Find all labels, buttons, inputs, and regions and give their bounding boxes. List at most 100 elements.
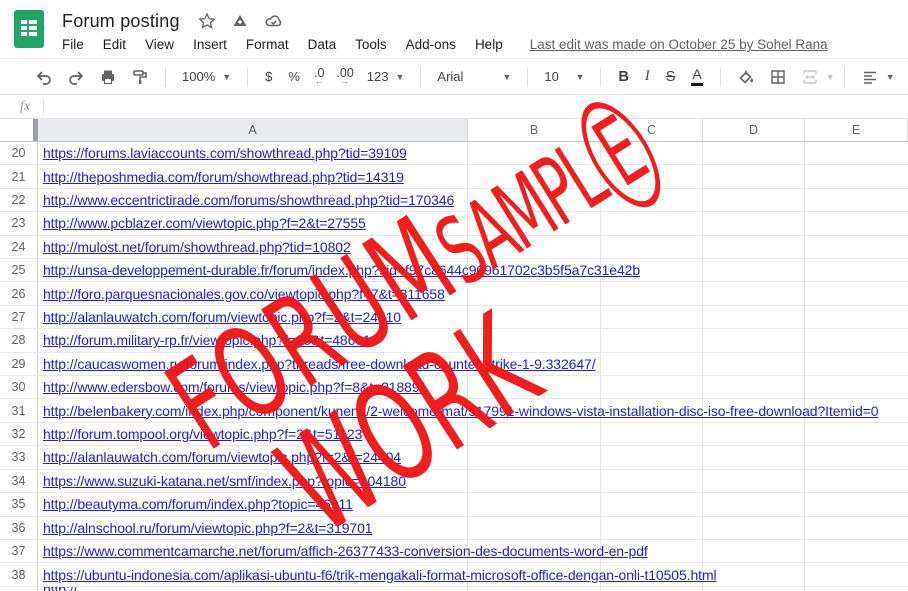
url-cell[interactable]: https://forums.laviaccounts.com/showthre… — [38, 142, 407, 164]
sheets-logo-icon[interactable] — [14, 10, 44, 48]
url-cell[interactable]: http://caucaswomen.ru/forum/index.php?th… — [38, 353, 596, 375]
increase-decimal-button[interactable]: .00 → — [336, 67, 353, 87]
column-header-d[interactable]: D — [703, 119, 805, 141]
menu-edit[interactable]: Edit — [103, 37, 126, 52]
table-row: 31http://belenbakery.com/index.php/compo… — [0, 399, 908, 422]
toolbar-separator — [420, 67, 421, 87]
url-cell[interactable]: http://www.edersbow.com/forums/viewtopic… — [38, 376, 427, 398]
decrease-decimal-button[interactable]: .0 ← — [314, 67, 324, 87]
column-header-a[interactable]: A — [38, 119, 468, 141]
url-cell[interactable]: https://www.suzuki-katana.net/smf/index.… — [38, 470, 406, 492]
formula-input[interactable] — [54, 95, 908, 118]
menu-tools[interactable]: Tools — [355, 37, 387, 52]
url-cell[interactable]: http://www.pcblazer.com/viewtopic.php?f=… — [38, 212, 366, 234]
row-number[interactable]: 38 — [0, 563, 38, 585]
zoom-select[interactable]: 100% ▼ — [182, 69, 231, 84]
strikethrough-button[interactable]: S — [666, 69, 676, 85]
menu-file[interactable]: File — [62, 37, 84, 52]
column-header-c[interactable]: C — [601, 119, 703, 141]
spreadsheet-app: Forum posting File Edit View Insert Form… — [0, 0, 908, 591]
chevron-down-icon: ▼ — [886, 72, 895, 82]
url-cell[interactable]: http://beautyma.com/forum/index.php?topi… — [38, 493, 353, 515]
table-row: http:// — [0, 587, 908, 591]
undo-icon[interactable] — [35, 68, 53, 86]
menu-view[interactable]: View — [145, 37, 174, 52]
zoom-value: 100% — [182, 69, 215, 84]
currency-format-button[interactable]: $ — [265, 69, 272, 84]
star-icon[interactable] — [198, 12, 216, 30]
horizontal-align-button[interactable]: ▼ — [861, 68, 895, 86]
row-number[interactable]: 27 — [0, 306, 38, 328]
url-cell[interactable]: http://mulost.net/forum/showthread.php?t… — [38, 236, 351, 258]
url-cell[interactable]: http://forum.tompool.org/viewtopic.php?f… — [38, 423, 362, 445]
url-cell[interactable]: http://unsa-developpement-durable.fr/for… — [38, 259, 640, 281]
toolbar-separator — [247, 67, 248, 87]
url-cell[interactable]: http://foro.parquesnacionales.gov.co/vie… — [38, 282, 445, 304]
fill-color-icon[interactable] — [737, 68, 755, 86]
row-number[interactable]: 26 — [0, 282, 38, 304]
column-header-b[interactable]: B — [468, 119, 601, 141]
url-cell[interactable]: http://forum.military-rp.fr/viewtopic.ph… — [38, 329, 371, 351]
row-number[interactable]: 25 — [0, 259, 38, 281]
cloud-saved-icon[interactable] — [264, 12, 284, 30]
row-number[interactable]: 32 — [0, 423, 38, 445]
row-number[interactable]: 22 — [0, 189, 38, 211]
toolbar-separator — [527, 67, 528, 87]
more-formats-button[interactable]: 123 ▼ — [367, 69, 405, 84]
row-number[interactable]: 28 — [0, 329, 38, 351]
formula-bar-divider — [43, 99, 44, 114]
percent-format-button[interactable]: % — [288, 69, 300, 84]
doc-title[interactable]: Forum posting — [62, 11, 180, 32]
select-all-corner[interactable] — [0, 119, 38, 141]
borders-icon[interactable] — [769, 68, 787, 86]
grid-rows: 20https://forums.laviaccounts.com/showth… — [0, 142, 908, 591]
row-number[interactable]: 23 — [0, 212, 38, 234]
gridline-vertical — [804, 142, 805, 591]
url-cell[interactable]: http://alanlauwatch.com/forum/viewtopic.… — [38, 306, 401, 328]
url-cell[interactable]: https://www.commentcamarche.net/forum/af… — [38, 540, 648, 562]
paint-format-icon[interactable] — [131, 68, 149, 86]
table-row: 20https://forums.laviaccounts.com/showth… — [0, 142, 908, 165]
url-cell[interactable]: https://ubuntu-indonesia.com/aplikasi-ub… — [38, 563, 717, 585]
row-number[interactable]: 35 — [0, 493, 38, 515]
bold-button[interactable]: B — [618, 69, 628, 85]
url-cell[interactable]: http:// — [38, 587, 77, 591]
row-number[interactable]: 24 — [0, 236, 38, 258]
table-row: 37https://www.commentcamarche.net/forum/… — [0, 540, 908, 563]
menu-insert[interactable]: Insert — [193, 37, 227, 52]
row-number[interactable]: 31 — [0, 399, 38, 421]
url-cell[interactable]: http://alanlauwatch.com/forum/viewtopic.… — [38, 446, 401, 468]
row-number[interactable]: 36 — [0, 517, 38, 539]
last-edit-link[interactable]: Last edit was made on October 25 by Sohe… — [530, 37, 828, 52]
italic-button[interactable]: I — [645, 68, 650, 85]
column-header-e[interactable]: E — [805, 119, 908, 141]
row-number[interactable]: 29 — [0, 353, 38, 375]
text-color-button[interactable]: A — [691, 67, 702, 85]
sheets-logo-grid — [21, 20, 37, 38]
title-row: Forum posting — [62, 8, 908, 34]
redo-icon[interactable] — [67, 68, 85, 86]
print-icon[interactable] — [99, 68, 117, 86]
menu-data[interactable]: Data — [308, 37, 337, 52]
url-cell[interactable]: http://belenbakery.com/index.php/compone… — [38, 399, 878, 421]
table-row: 21http://theposhmedia.com/forum/showthre… — [0, 165, 908, 188]
row-number[interactable]: 33 — [0, 446, 38, 468]
row-number[interactable]: 37 — [0, 540, 38, 562]
font-size-select[interactable]: 10 ▼ — [544, 69, 584, 84]
url-cell[interactable]: http://alnschool.ru/forum/viewtopic.php?… — [38, 517, 372, 539]
table-row: 28http://forum.military-rp.fr/viewtopic.… — [0, 329, 908, 352]
menu-addons[interactable]: Add-ons — [406, 37, 456, 52]
url-cell[interactable]: http://www.eccentrictirade.com/forums/sh… — [38, 189, 454, 211]
menu-help[interactable]: Help — [475, 37, 503, 52]
url-cell[interactable]: http://theposhmedia.com/forum/showthread… — [38, 165, 404, 187]
font-select[interactable]: Arial ▼ — [437, 69, 511, 84]
row-number[interactable]: 34 — [0, 470, 38, 492]
row-number[interactable]: 21 — [0, 165, 38, 187]
move-to-drive-icon[interactable] — [231, 12, 249, 30]
row-number[interactable] — [0, 587, 38, 591]
chevron-down-icon: ▼ — [396, 72, 405, 82]
row-number[interactable]: 20 — [0, 142, 38, 164]
menu-format[interactable]: Format — [246, 37, 289, 52]
merge-cells-icon — [801, 68, 819, 86]
row-number[interactable]: 30 — [0, 376, 38, 398]
